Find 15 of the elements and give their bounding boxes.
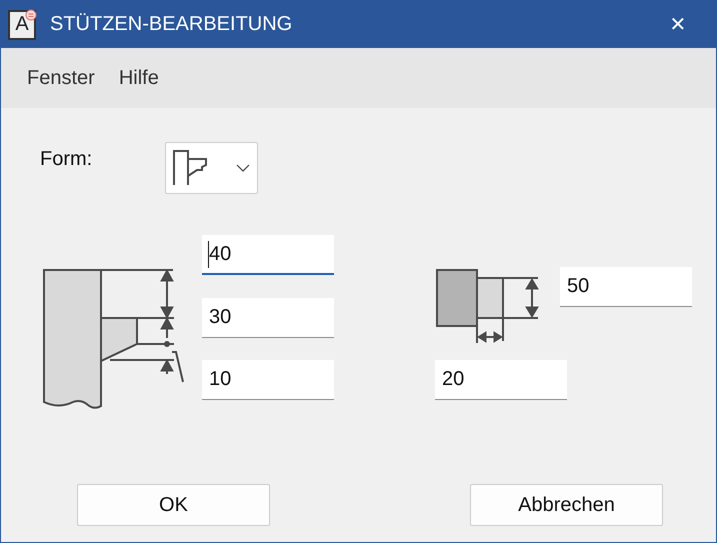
input-field[interactable]: 30 (202, 298, 334, 338)
input-field[interactable]: 10 (202, 360, 334, 400)
chevron-down-icon (236, 164, 250, 172)
form-label: Form: (40, 148, 94, 171)
close-button[interactable]: ✕ (656, 12, 700, 37)
window-title: STÜTZEN-BEARBEITUNG (50, 13, 294, 36)
input-field[interactable]: 20 (435, 360, 567, 400)
menu-item[interactable]: Hilfe (110, 62, 167, 94)
ok-button[interactable]: OK (77, 484, 270, 526)
input-field[interactable]: 50 (560, 267, 692, 307)
cancel-button[interactable]: Abbrechen (470, 484, 663, 526)
app-icon: A (8, 10, 36, 40)
menu-item[interactable]: Fenster (19, 62, 103, 94)
input-field[interactable]: 40 (202, 235, 334, 275)
shape-dropdown[interactable] (165, 142, 258, 194)
